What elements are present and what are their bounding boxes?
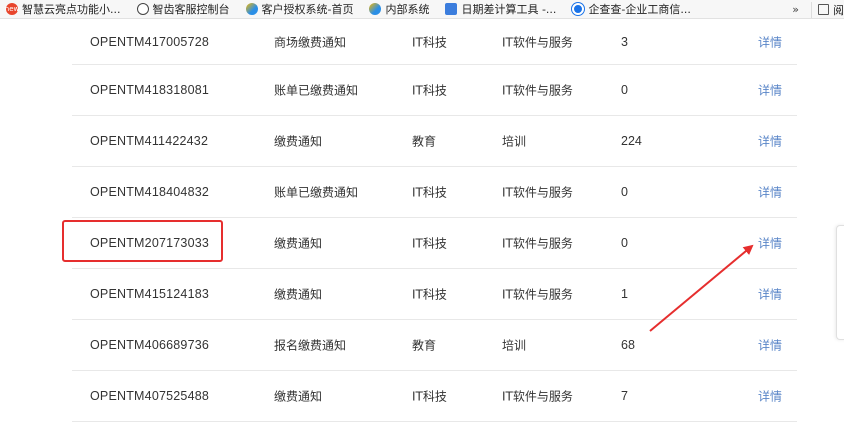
bookmark-3-label: 客户授权系统-首页 (261, 3, 354, 16)
template-title: 缴费通知 (274, 236, 323, 251)
industry-primary: IT科技 (412, 185, 447, 200)
qcc-icon (572, 3, 585, 15)
details-link[interactable]: 详情 (758, 133, 782, 150)
details-link[interactable]: 详情 (758, 286, 782, 303)
details-link[interactable]: 详情 (758, 33, 782, 50)
template-id: OPENTM418318081 (90, 83, 210, 97)
template-id: OPENTM207173033 (90, 236, 210, 250)
template-table: OPENTM417005728 商场缴费通知 IT科技 IT软件与服务 3 详情… (72, 19, 797, 422)
bookmark-2-label: 智齿客服控制台 (152, 3, 230, 16)
bookmark-6-label: 企查查-企业工商信... (588, 3, 691, 16)
industry-secondary: IT软件与服务 (502, 83, 573, 98)
usage-count: 224 (621, 134, 642, 148)
bookmark-1[interactable]: new 智慧云亮点功能小... (4, 1, 121, 17)
globe-icon (136, 3, 149, 15)
details-link[interactable]: 详情 (758, 235, 782, 252)
template-title: 缴费通知 (274, 389, 323, 404)
new-badge-icon: new (4, 3, 20, 15)
industry-secondary: 培训 (502, 338, 527, 353)
browser-e-icon (369, 3, 382, 15)
details-link[interactable]: 详情 (758, 82, 782, 99)
reading-list-icon (818, 4, 829, 15)
details-link[interactable]: 详情 (758, 388, 782, 405)
template-id: OPENTM415124183 (90, 287, 210, 301)
bookmark-1-label: 智慧云亮点功能小... (22, 3, 121, 16)
usage-count: 68 (621, 338, 635, 352)
industry-primary: 教育 (412, 134, 437, 149)
calendar-icon (445, 3, 458, 15)
bookmark-6[interactable]: 企查查-企业工商信... (572, 1, 691, 17)
reading-list-button[interactable]: 阅 (811, 1, 844, 18)
industry-primary: 教育 (412, 338, 437, 353)
reading-list-label: 阅 (833, 3, 844, 17)
bookmark-3[interactable]: 客户授权系统-首页 (245, 1, 354, 17)
table-row: OPENTM411422432 缴费通知 教育 培训 224 详情 (72, 116, 797, 167)
bookmark-2[interactable]: 智齿客服控制台 (136, 1, 230, 17)
bookmark-4[interactable]: 内部系统 (369, 1, 429, 17)
industry-primary: IT科技 (412, 236, 447, 251)
bookmark-4-label: 内部系统 (385, 3, 430, 16)
industry-secondary: IT软件与服务 (502, 287, 573, 302)
template-id: OPENTM406689736 (90, 338, 210, 352)
template-title: 账单已缴费通知 (274, 83, 359, 98)
bookmark-5-label: 日期差计算工具 -... (461, 3, 557, 16)
usage-count: 0 (621, 185, 628, 199)
industry-primary: IT科技 (412, 35, 447, 49)
industry-primary: IT科技 (412, 287, 447, 302)
industry-secondary: IT软件与服务 (502, 35, 573, 49)
industry-primary: IT科技 (412, 389, 447, 404)
template-title: 缴费通知 (274, 287, 323, 302)
bookmark-5[interactable]: 日期差计算工具 -... (445, 1, 556, 17)
usage-count: 7 (621, 389, 628, 403)
usage-count: 3 (621, 34, 628, 49)
industry-secondary: IT软件与服务 (502, 236, 573, 251)
template-title: 缴费通知 (274, 134, 323, 149)
industry-secondary: 培训 (502, 134, 527, 149)
industry-primary: IT科技 (412, 83, 447, 98)
browser-e-icon (245, 3, 258, 15)
table-row: OPENTM406689736 报名缴费通知 教育 培训 68 详情 (72, 320, 797, 371)
template-title: 商场缴费通知 (274, 35, 347, 49)
table-row: OPENTM415124183 缴费通知 IT科技 IT软件与服务 1 详情 (72, 269, 797, 320)
template-id: OPENTM418404832 (90, 185, 210, 199)
usage-count: 0 (621, 83, 628, 97)
bookmarks-bar: new 智慧云亮点功能小... 智齿客服控制台 客户授权系统-首页 内部系统 日… (0, 0, 844, 19)
template-id: OPENTM407525488 (90, 389, 210, 403)
industry-secondary: IT软件与服务 (502, 389, 573, 404)
side-floating-panel[interactable] (836, 225, 844, 340)
table-row: OPENTM207173033 缴费通知 IT科技 IT软件与服务 0 详情 (72, 218, 797, 269)
table-row: OPENTM418318081 账单已缴费通知 IT科技 IT软件与服务 0 详… (72, 65, 797, 116)
template-id: OPENTM411422432 (90, 134, 209, 148)
table-row: OPENTM417005728 商场缴费通知 IT科技 IT软件与服务 3 详情 (72, 19, 797, 65)
more-bookmarks-button[interactable]: » (792, 3, 799, 16)
usage-count: 0 (621, 236, 628, 250)
details-link[interactable]: 详情 (758, 337, 782, 354)
table-row: OPENTM418404832 账单已缴费通知 IT科技 IT软件与服务 0 详… (72, 167, 797, 218)
details-link[interactable]: 详情 (758, 184, 782, 201)
table-row: OPENTM407525488 缴费通知 IT科技 IT软件与服务 7 详情 (72, 371, 797, 422)
industry-secondary: IT软件与服务 (502, 185, 573, 200)
template-title: 账单已缴费通知 (274, 185, 359, 200)
usage-count: 1 (621, 287, 628, 301)
template-title: 报名缴费通知 (274, 338, 347, 353)
template-id: OPENTM417005728 (90, 34, 210, 49)
